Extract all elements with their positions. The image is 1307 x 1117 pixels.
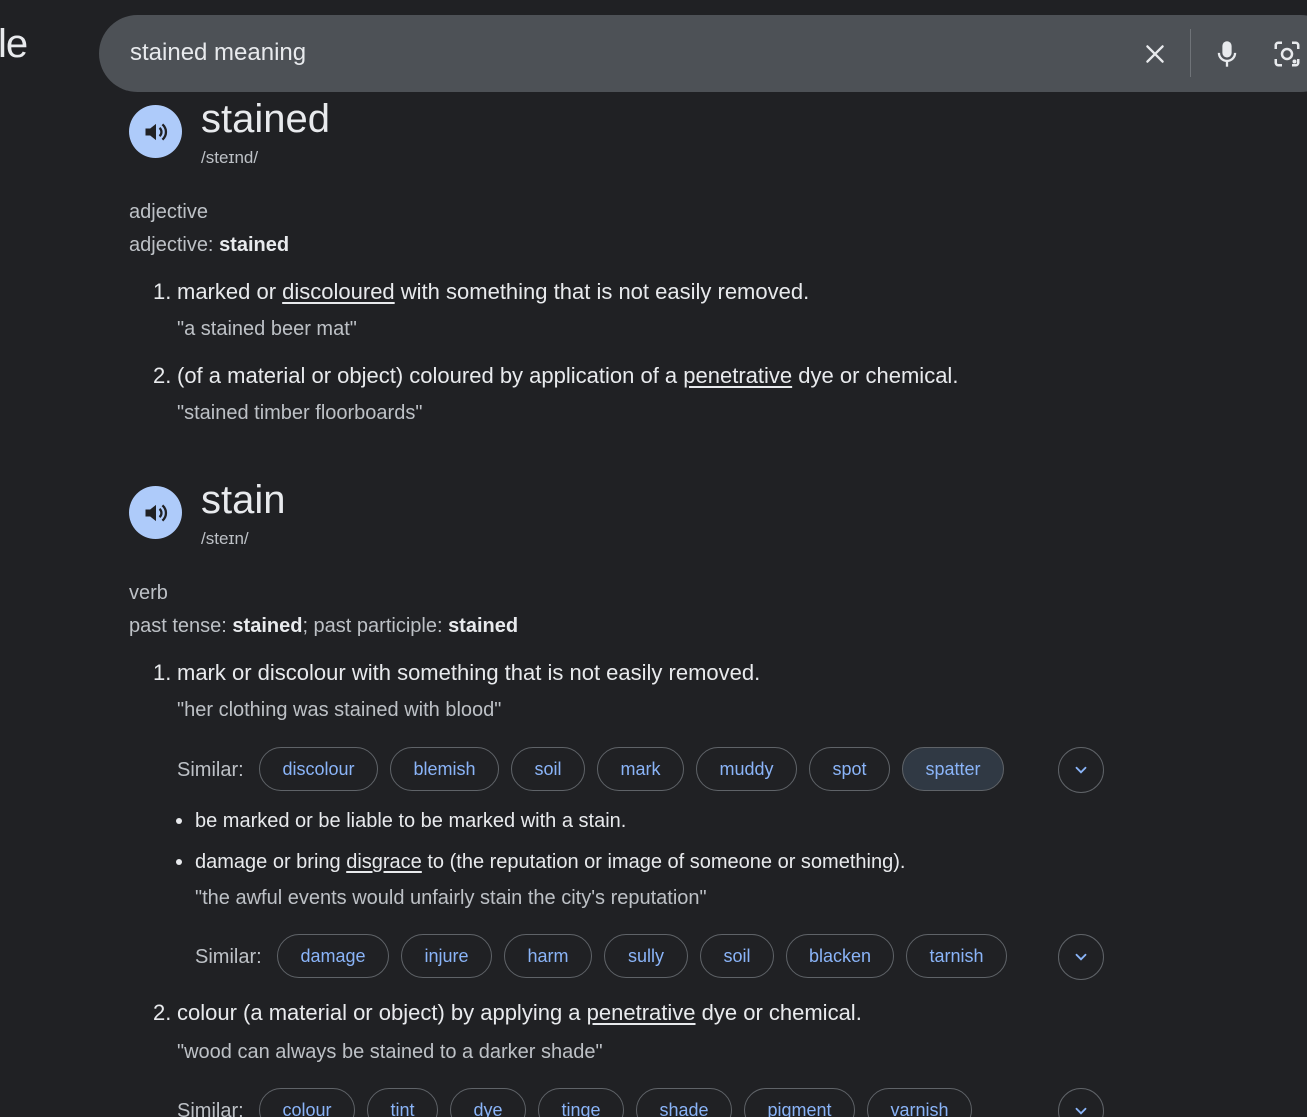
similar-label: Similar: [177,759,244,781]
bullet-point [176,859,182,865]
similar-chip[interactable]: soil [511,747,585,791]
similar-words-row: Similar: colour tint dye tinge shade pig… [177,1088,1037,1117]
chevron-down-icon [1075,1107,1087,1115]
similar-chip[interactable]: soil [700,934,774,978]
definition-link[interactable]: penetrative [683,363,792,388]
google-logo[interactable]: le [0,22,28,67]
expand-similar-button[interactable] [1058,1088,1104,1117]
definition-text: damage or bring [195,851,347,873]
similar-chip[interactable]: damage [277,934,389,978]
definition-text: colour (a material or object) by applyin… [177,1000,587,1025]
definition-link[interactable]: penetrative [587,1000,696,1025]
forms-label: ; past participle: [302,615,449,637]
sense-definition: marked or discoloured with something tha… [177,279,809,305]
phonetic: /steɪn/ [201,529,249,548]
similar-chip[interactable]: dye [450,1088,526,1117]
definition-text: marked or [177,279,283,304]
similar-label: Similar: [195,946,262,968]
definition-text: with something that is not easily remove… [394,279,810,304]
definition-text: to (the reputation or image of someone o… [421,851,906,873]
sense-number: 1. [153,660,172,685]
definition-text: dye or chemical. [695,1000,862,1025]
search-input[interactable]: stained meaning [130,39,306,67]
similar-chip[interactable]: harm [504,934,592,978]
search-bar[interactable]: stained meaning [99,15,1307,92]
voice-search-button[interactable] [1209,36,1245,72]
sense-definition: colour (a material or object) by applyin… [177,1000,862,1026]
similar-chip[interactable]: muddy [696,747,797,791]
forms-label: adjective: [129,234,220,256]
similar-chip[interactable]: varnish [867,1088,972,1117]
sense-number: 2. [153,363,172,388]
example-sentence: "wood can always be stained to a darker … [177,1041,603,1063]
definition-link[interactable]: disgrace [346,851,422,873]
similar-label: Similar: [177,1100,244,1117]
part-of-speech: verb [129,582,168,604]
similar-chip[interactable]: pigment [744,1088,855,1117]
headword: stain [201,478,286,522]
search-divider [1190,29,1191,77]
search-results-page: le stained meaning stained /steɪnd/ adje… [0,0,1307,1117]
similar-words-row: Similar: discolour blemish soil mark mud… [177,747,1107,795]
definition-text: dye or chemical. [792,363,959,388]
chevron-down-icon [1075,953,1087,961]
speaker-icon [145,123,167,140]
part-of-speech: adjective [129,201,208,223]
similar-chip[interactable]: discolour [259,747,378,791]
similar-chip[interactable]: colour [259,1088,355,1117]
example-sentence: "stained timber floorboards" [177,402,423,424]
sense-definition: mark or discolour with something that is… [177,660,761,685]
similar-chip[interactable]: blacken [786,934,894,978]
headword: stained [201,97,330,141]
pronounce-button[interactable] [129,105,182,158]
similar-chip[interactable]: mark [597,747,684,791]
similar-chip[interactable]: sully [604,934,688,978]
example-sentence: "her clothing was stained with blood" [177,699,502,721]
close-icon [1146,45,1164,63]
similar-chip[interactable]: spot [809,747,890,791]
similar-chip[interactable]: tint [367,1088,438,1117]
similar-chip[interactable]: shade [636,1088,732,1117]
similar-chip[interactable]: blemish [390,747,499,791]
subsense-definition: damage or bring disgrace to (the reputat… [195,851,905,874]
word-forms: past tense: stained; past participle: st… [129,615,518,638]
similar-chip[interactable]: injure [401,934,492,978]
definition-link[interactable]: discoloured [282,279,395,304]
sense-number: 2. [153,1000,172,1025]
speaker-icon [145,504,167,521]
forms-value: stained [232,615,303,637]
similar-chip[interactable]: tinge [538,1088,624,1117]
expand-similar-button[interactable] [1058,934,1104,980]
bullet-point [176,818,182,824]
expand-similar-button[interactable] [1058,747,1104,793]
example-sentence: "a stained beer mat" [177,318,357,340]
similar-words-row: Similar: damage injure harm sully soil b… [195,934,1055,982]
similar-chip[interactable]: tarnish [906,934,1007,978]
similar-chip[interactable]: spatter [902,747,1004,791]
forms-label: past tense: [129,615,233,637]
microphone-icon [1217,41,1237,67]
word-forms: adjective: stained [129,234,289,257]
sense-definition: (of a material or object) coloured by ap… [177,363,958,389]
phonetic: /steɪnd/ [201,148,259,167]
example-sentence: "the awful events would unfairly stain t… [195,887,707,909]
lens-search-button[interactable] [1269,36,1305,72]
pronounce-button[interactable] [129,486,182,539]
subsense-definition: be marked or be liable to be marked with… [195,810,627,832]
chevron-down-icon [1075,766,1087,774]
lens-camera-icon [1274,41,1300,67]
forms-value: stained [448,615,519,637]
definition-text: (of a material or object) coloured by ap… [177,363,684,388]
forms-value: stained [219,234,290,256]
sense-number: 1. [153,279,172,304]
clear-button[interactable] [1137,36,1173,72]
